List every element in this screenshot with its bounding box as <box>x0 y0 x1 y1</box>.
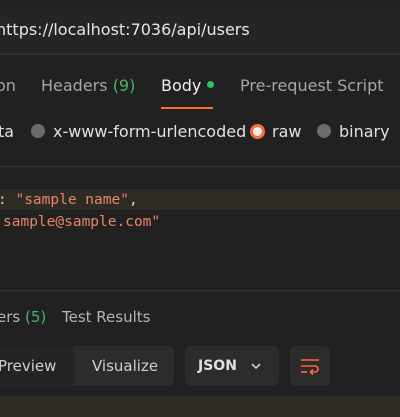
tab-headers-count: (9) <box>112 76 136 95</box>
tab-body[interactable]: Body <box>161 76 215 95</box>
wrap-lines-button[interactable] <box>290 346 330 386</box>
radio-raw[interactable] <box>250 124 265 139</box>
radio-formdata-label[interactable]: ta <box>0 122 14 141</box>
radio-urlencoded-label[interactable]: x-www-form-urlencoded <box>53 122 246 141</box>
code-colon: : <box>0 192 15 208</box>
tab-params-label: on <box>0 76 16 95</box>
tab-headers[interactable]: Headers (9) <box>41 76 135 95</box>
code-string-name: "sample name" <box>15 192 129 208</box>
active-tab-indicator <box>161 107 213 109</box>
radio-binary-label[interactable]: binary <box>339 122 390 141</box>
format-select-value: JSON <box>198 358 237 374</box>
divider <box>0 54 400 55</box>
format-select[interactable]: JSON <box>185 346 279 386</box>
radio-urlencoded[interactable] <box>31 124 45 138</box>
radio-raw-label[interactable]: raw <box>272 122 301 141</box>
code-line-2: sample@sample.com" <box>3 214 160 230</box>
tab-params[interactable]: on <box>0 76 16 95</box>
tab-prerequest-label: Pre-request Script <box>240 76 384 95</box>
response-tabs: ers (5) Test Results <box>0 308 400 330</box>
tab-prerequest-script[interactable]: Pre-request Script <box>240 76 384 95</box>
radio-binary[interactable] <box>317 124 331 138</box>
response-line-highlight <box>0 396 400 417</box>
code-string-email: sample@sample.com" <box>3 214 161 230</box>
tab-response-headers[interactable]: ers (5) <box>0 308 46 326</box>
tab-response-headers-label: ers <box>0 308 21 326</box>
tab-response-headers-count: (5) <box>25 308 47 326</box>
divider <box>0 290 400 291</box>
url-input[interactable]: https://localhost:7036/api/users <box>0 20 250 39</box>
tab-test-results[interactable]: Test Results <box>62 308 150 326</box>
visualize-button[interactable]: Visualize <box>92 357 158 375</box>
body-editor[interactable]: : "sample name", sample@sample.com" <box>0 167 400 287</box>
wrap-lines-icon <box>301 359 319 376</box>
code-comma: , <box>128 192 138 208</box>
tab-body-label: Body <box>161 76 202 95</box>
body-mode-row: ta x-www-form-urlencoded raw binary <box>0 121 400 143</box>
code-line-1: : "sample name", <box>0 192 138 208</box>
preview-button[interactable]: Preview <box>0 357 56 375</box>
chevron-down-icon <box>251 363 261 370</box>
body-modified-dot <box>207 81 215 88</box>
tab-headers-label: Headers <box>41 76 108 95</box>
response-view-toggle: Preview Visualize <box>0 346 174 386</box>
